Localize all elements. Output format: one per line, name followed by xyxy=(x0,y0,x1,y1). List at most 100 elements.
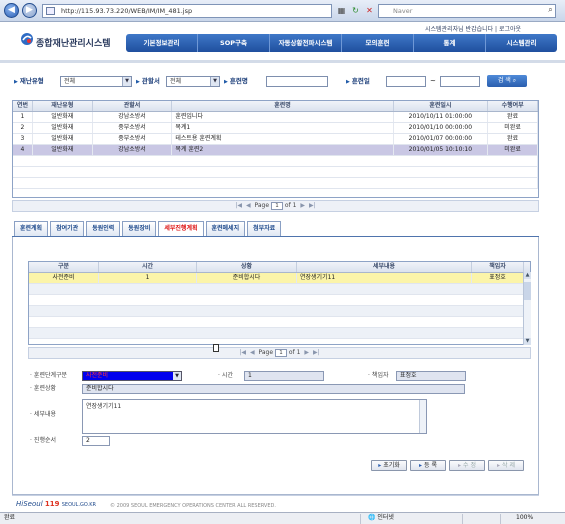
footer-divider xyxy=(12,495,539,496)
textarea-scrollbar[interactable] xyxy=(419,400,426,433)
tab-plan[interactable]: 훈련계획 xyxy=(14,221,49,236)
column-header[interactable]: 수행여부 xyxy=(488,101,538,111)
prev-page-icon[interactable]: ◀ xyxy=(246,202,251,209)
back-button[interactable]: ◀ xyxy=(4,3,19,18)
empty-row xyxy=(13,156,538,167)
grid-header: 구분 시간 상황 세부내용 책임자 xyxy=(29,262,530,273)
drill-list-grid: 연번 재난유형 관할서 훈련명 훈련일시 수행여부 1 일반화재 강남소방서 훈… xyxy=(12,100,539,198)
column-header[interactable]: 시간 xyxy=(99,262,197,272)
tab-attachments[interactable]: 첨부자료 xyxy=(247,221,282,236)
nav-stats[interactable]: 통계 xyxy=(414,34,486,52)
last-page-icon[interactable]: ▶| xyxy=(309,202,316,209)
search-icon: ⌕ xyxy=(512,77,517,84)
cell-drill-date: 2010/01/10 00:00:00 xyxy=(394,123,489,133)
app-title: 종합재난관리시스템 xyxy=(36,39,111,49)
agency-select[interactable]: 전체 ▼ xyxy=(166,76,220,87)
prev-page-icon[interactable]: ◀ xyxy=(250,349,255,356)
edit-button[interactable]: ▸ 수 정 xyxy=(449,460,485,471)
cell-index: 2 xyxy=(13,123,33,133)
column-header[interactable]: 재난유형 xyxy=(33,101,93,111)
table-row[interactable]: 2 일반화재 중부소방서 목계1 2010/01/10 00:00:00 미완료 xyxy=(13,123,538,134)
main-nav: 기본정보관리 SOP구축 자동상황전파시스템 모의훈련 통계 시스템관리 xyxy=(126,34,557,52)
search-button[interactable]: 검 색 ⌕ xyxy=(487,75,527,87)
scroll-down-icon[interactable]: ▼ xyxy=(524,338,531,345)
page-number-input[interactable]: 1 xyxy=(270,201,283,210)
cell-status: 완료 xyxy=(488,134,538,144)
table-row[interactable]: 3 일반화재 중부소방서 테스트용 훈련계획 2010/01/07 00:00:… xyxy=(13,134,538,145)
column-header[interactable]: 훈련명 xyxy=(172,101,394,111)
tab-agencies[interactable]: 참여기관 xyxy=(50,221,85,236)
search-button-label: 검 색 xyxy=(497,77,511,84)
total-pages: 1 xyxy=(296,349,301,356)
scroll-up-icon[interactable]: ▲ xyxy=(524,272,531,279)
drill-grid-pager: |◀ ◀ Page 1 of 1 ▶ ▶| xyxy=(12,200,539,212)
browser-search-input[interactable]: Naver xyxy=(378,4,556,18)
situation-field[interactable]: 준비합시다 xyxy=(82,384,465,394)
refresh-icon[interactable]: ↻ xyxy=(350,5,361,16)
date-separator: ~ xyxy=(430,77,436,85)
column-header[interactable]: 훈련일시 xyxy=(394,101,489,111)
cell-detail: 연장생기기11 xyxy=(297,273,472,283)
disaster-type-select[interactable]: 전체 ▼ xyxy=(60,76,132,87)
address-bar[interactable]: http://115.93.73.220/WEB/IM/IM_481.jsp xyxy=(42,4,332,18)
date-to-input[interactable] xyxy=(440,76,480,87)
stage-select[interactable]: 사전준비 ▼ xyxy=(82,371,182,381)
tab-personnel[interactable]: 동원인력 xyxy=(86,221,121,236)
reset-label: 초기화 xyxy=(383,462,400,469)
resize-handle[interactable] xyxy=(213,344,219,352)
empty-row xyxy=(29,317,530,328)
first-page-icon[interactable]: |◀ xyxy=(235,202,242,209)
cell-situation: 준비합시다 xyxy=(197,273,297,283)
tab-progress-plan[interactable]: 세부진행계획 xyxy=(158,221,204,236)
person-field[interactable]: 표정호 xyxy=(396,371,466,381)
compat-view-icon[interactable]: ▦ xyxy=(336,5,347,16)
user-util-links[interactable]: 시스템관리자님 반갑습니다 | 로그아웃 xyxy=(425,24,521,33)
order-input[interactable]: 2 xyxy=(82,436,110,446)
next-page-icon[interactable]: ▶ xyxy=(304,349,309,356)
column-header[interactable]: 구분 xyxy=(29,262,99,272)
next-page-icon[interactable]: ▶ xyxy=(300,202,305,209)
chevron-down-icon: ▼ xyxy=(173,372,181,380)
tab-messages[interactable]: 훈련메세지 xyxy=(205,221,246,236)
table-row-selected[interactable]: 4 일반화재 강남소방서 목계 훈련2 2010/01/05 10:10:10 … xyxy=(13,145,538,156)
time-field[interactable]: 1 xyxy=(244,371,324,381)
column-header[interactable]: 연번 xyxy=(13,101,33,111)
empty-row xyxy=(29,284,530,295)
cell-agency: 중부소방서 xyxy=(93,134,173,144)
column-header[interactable]: 상황 xyxy=(197,262,297,272)
nav-system[interactable]: 시스템관리 xyxy=(486,34,557,52)
column-header[interactable]: 관할서 xyxy=(93,101,173,111)
forward-arrow-icon: ▶ xyxy=(26,5,33,15)
scroll-thumb[interactable] xyxy=(524,282,531,300)
tab-equipment[interactable]: 동원장비 xyxy=(122,221,157,236)
first-page-icon[interactable]: |◀ xyxy=(239,349,246,356)
nav-sop[interactable]: SOP구축 xyxy=(198,34,270,52)
footer-logo-119: 119 xyxy=(44,500,60,508)
table-row-selected[interactable]: 사전준비 1 준비합시다 연장생기기11 표정호 xyxy=(29,273,530,284)
last-page-icon[interactable]: ▶| xyxy=(313,349,320,356)
nav-auto-alert[interactable]: 자동상황전파시스템 xyxy=(270,34,342,52)
column-header[interactable]: 책임자 xyxy=(472,262,524,272)
stop-icon[interactable]: ✕ xyxy=(364,5,375,16)
table-row[interactable]: 1 일반화재 강남소방서 훈련입니다 2010/10/11 01:00:00 완… xyxy=(13,112,538,123)
page-number-input[interactable]: 1 xyxy=(274,348,287,357)
nav-drill[interactable]: 모의훈련 xyxy=(342,34,414,52)
cell-person: 표정호 xyxy=(472,273,524,283)
nav-basic-info[interactable]: 기본정보관리 xyxy=(126,34,198,52)
browser-search-icon[interactable]: ⌕ xyxy=(545,4,556,15)
browser-search-placeholder: Naver xyxy=(393,7,413,15)
register-button[interactable]: ▸ 등 록 xyxy=(410,460,446,471)
detail-textarea[interactable]: 연장생기기11 xyxy=(82,399,427,434)
column-header[interactable]: 세부내용 xyxy=(297,262,472,272)
empty-row xyxy=(29,295,530,306)
date-from-input[interactable] xyxy=(386,76,426,87)
reset-button[interactable]: ▸ 초기화 xyxy=(371,460,407,471)
cell-drill-date: 2010/01/05 10:10:10 xyxy=(394,145,489,155)
cell-disaster-type: 일반화재 xyxy=(33,145,93,155)
delete-button[interactable]: ▸ 삭 제 xyxy=(488,460,524,471)
page-label: Page xyxy=(258,349,274,356)
drill-name-input[interactable] xyxy=(266,76,328,87)
forward-button[interactable]: ▶ xyxy=(22,3,37,18)
zoom-level[interactable]: 100% xyxy=(516,513,533,523)
grid-scrollbar[interactable]: ▲ ▼ xyxy=(523,272,531,345)
